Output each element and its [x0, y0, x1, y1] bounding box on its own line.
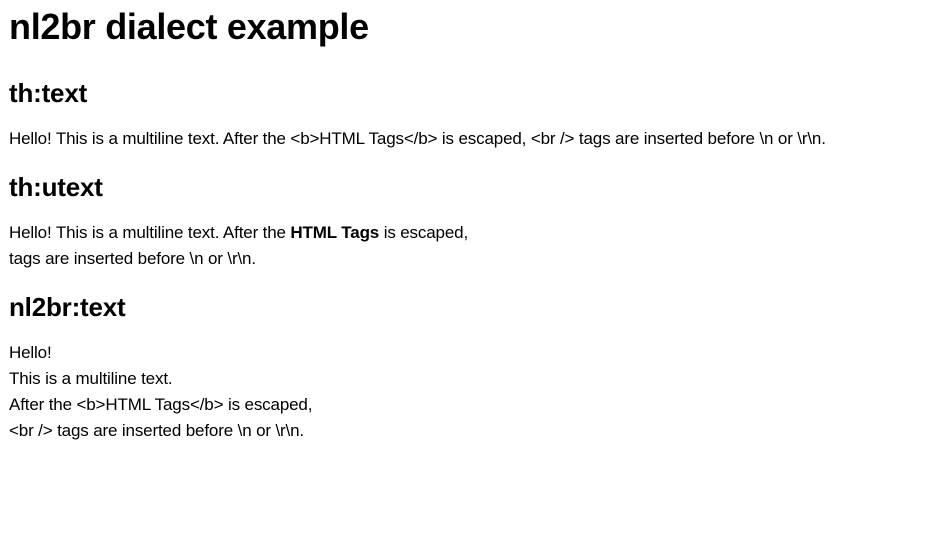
section-heading-th-utext: th:utext [9, 172, 103, 202]
th-text-paragraph: Hello! This is a multiline text. After t… [9, 129, 826, 148]
th-utext-line-1: Hello! This is a multiline text. After t… [9, 220, 930, 246]
nl2br-line: <br /> tags are inserted before \n or \r… [9, 421, 304, 440]
section-heading-th-text: th:text [9, 78, 88, 108]
section-heading-nl2br-text: nl2br:text [9, 292, 126, 322]
th-utext-bold-text: HTML Tags [290, 223, 380, 242]
th-utext-paragraph: Hello! This is a multiline text. After t… [9, 220, 930, 272]
nl2br-line: After the <b>HTML Tags</b> is escaped, [9, 395, 313, 414]
th-utext-line-1-after: is escaped, [379, 223, 469, 242]
th-utext-line-1-before: Hello! This is a multiline text. After t… [9, 223, 291, 242]
th-utext-line-2: tags are inserted before \n or \r\n. [9, 249, 256, 268]
page-title: nl2br dialect example [9, 6, 369, 47]
page-content: nl2br dialect example th:text Hello! Thi… [0, 6, 939, 444]
nl2br-line: This is a multiline text. [9, 369, 173, 388]
nl2br-line: Hello! [9, 343, 52, 362]
nl2br-text-paragraph: Hello! This is a multiline text. After t… [9, 340, 930, 444]
